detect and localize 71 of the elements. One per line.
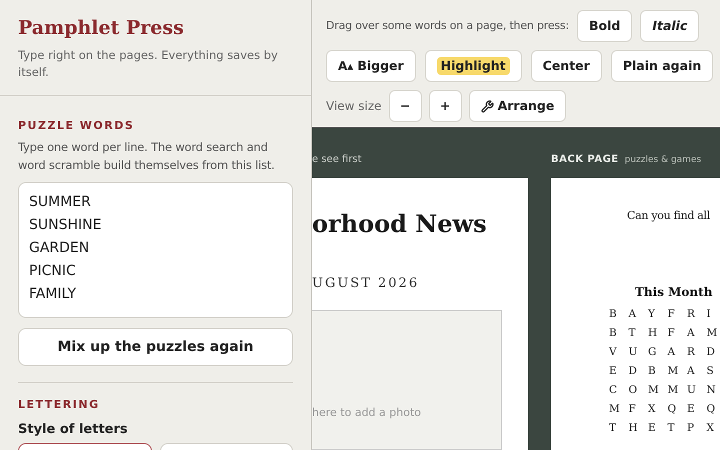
grid-letter: B: [609, 306, 618, 322]
app-title: Pamphlet Press: [18, 16, 185, 41]
grid-letter: D: [628, 364, 638, 378]
view-size-label: View size: [326, 98, 382, 115]
grid-letter: N: [706, 382, 717, 398]
wrench-icon: [480, 100, 494, 112]
grid-letter: P: [687, 420, 696, 436]
grid-letter: F: [628, 402, 637, 416]
grid-letter: B: [609, 326, 618, 340]
grid-letter: R: [687, 306, 696, 322]
grid-letter: E: [687, 402, 696, 416]
grid-letter: F: [668, 306, 676, 322]
section-heading: LETTERING: [18, 397, 101, 413]
app-subtitle: Type right on the pages. Everything saves by itself.: [18, 46, 279, 80]
grid-letter: H: [648, 326, 658, 340]
grid-letter: V: [609, 344, 618, 360]
grid-letter: Y: [648, 306, 656, 322]
grid-letter: X: [648, 402, 656, 416]
grid-letter: D: [706, 344, 716, 360]
page-caption: puzzles & games: [624, 154, 702, 166]
grid-letter: C: [609, 382, 618, 398]
grid-letter: M: [609, 402, 621, 416]
grid-letter: B: [648, 364, 657, 378]
arrange-button[interactable]: Arrange: [468, 90, 566, 122]
grid-letter: X: [706, 420, 715, 436]
grid-letter: E: [609, 364, 618, 378]
bigger-button[interactable]: A▴ Bigger: [326, 50, 416, 82]
grid-letter: E: [648, 420, 657, 436]
grid-letter: M: [706, 326, 718, 340]
grid-letter: I: [706, 306, 712, 322]
grid-letter: M: [648, 382, 660, 398]
puzzle-intro: Can you find all: [626, 208, 711, 224]
grid-letter: R: [687, 344, 696, 360]
bigger-icon: A▴: [338, 57, 354, 75]
highlight-button[interactable]: Highlight: [424, 50, 522, 82]
field-label: Style of letters: [18, 420, 129, 438]
grid-letter: F: [668, 326, 676, 340]
section-description: Type one word per line. The word search and word scramble build themselves from this list.: [18, 139, 276, 174]
page-caption: e see first: [312, 153, 363, 167]
grid-letter: A: [668, 344, 676, 360]
grid-letter: S: [706, 364, 715, 378]
grid-letter: Q: [668, 402, 678, 416]
section-heading: PUZZLE WORDS: [18, 118, 136, 134]
grid-letter: M: [668, 364, 680, 378]
mix-puzzles-button[interactable]: Mix up the puzzles again: [18, 328, 293, 366]
grid-letter: G: [648, 344, 658, 360]
newsletter-title: orhood News: [312, 208, 488, 240]
italic-button[interactable]: Italic: [640, 10, 700, 42]
page-caption-title: BACK PAGE: [551, 154, 619, 166]
grid-letter: M: [668, 382, 680, 398]
grid-letter: T: [609, 420, 618, 436]
bold-button[interactable]: Bold: [576, 10, 632, 42]
grid-letter: T: [628, 326, 637, 340]
grid-letter: Q: [706, 402, 716, 416]
grid-letter: U: [628, 344, 638, 360]
photo-hint: here to add a photo: [312, 406, 421, 418]
grid-letter: H: [628, 420, 639, 436]
plain-button[interactable]: Plain again: [610, 50, 714, 82]
zoom-out-button[interactable]: −: [388, 90, 422, 122]
word-search-title: This Month: [634, 284, 714, 300]
grid-letter: O: [628, 382, 638, 398]
toolbar-hint: Drag over some words on a page, then press:: [326, 18, 569, 34]
center-button[interactable]: Center: [530, 50, 602, 82]
puzzle-words-field[interactable]: SUMMER SUNSHINE GARDEN PICNIC FAMILY: [18, 182, 293, 318]
grid-letter: T: [668, 420, 676, 436]
grid-letter: A: [687, 364, 696, 378]
grid-letter: U: [687, 382, 697, 398]
grid-letter: A: [687, 326, 696, 340]
zoom-in-button[interactable]: +: [428, 90, 462, 122]
grid-letter: A: [628, 306, 638, 322]
newsletter-date: UGUST 2026: [312, 275, 420, 293]
